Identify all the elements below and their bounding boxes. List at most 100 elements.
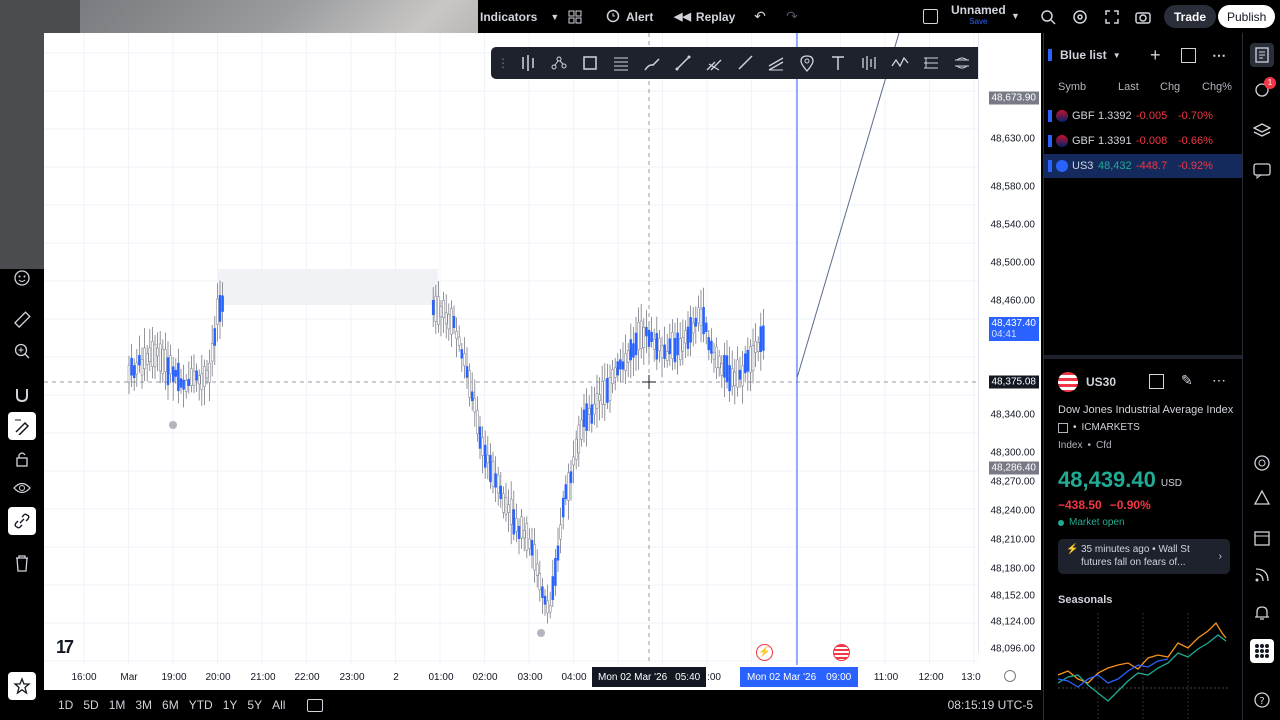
calendar-icon[interactable] — [1250, 526, 1274, 550]
time-label: 2 — [393, 672, 399, 683]
advanced-view-icon[interactable] — [1181, 47, 1196, 63]
range-6m[interactable]: 6M — [162, 698, 179, 712]
chevron-down-icon[interactable]: ▼ — [1011, 11, 1020, 21]
wave-icon[interactable] — [888, 51, 912, 75]
layout-square-icon[interactable] — [923, 9, 938, 24]
row-chg: -0.005 — [1136, 110, 1168, 122]
target-icon[interactable] — [1250, 451, 1274, 475]
watchlist-icon[interactable] — [1250, 43, 1274, 67]
emoji-icon[interactable] — [8, 264, 36, 292]
redo-icon[interactable]: ↷ — [784, 8, 800, 25]
ray-icon[interactable] — [733, 51, 757, 75]
zoom-search-icon[interactable] — [1040, 9, 1056, 25]
column-header-chgp[interactable]: Chg% — [1202, 81, 1232, 93]
range-ytd[interactable]: YTD — [189, 698, 213, 712]
news-card[interactable]: ⚡ 35 minutes ago • Wall St futures fall … — [1058, 539, 1230, 574]
chat-icon[interactable] — [1250, 159, 1274, 183]
candle-body — [208, 362, 211, 383]
details-symbol[interactable]: US30 — [1086, 375, 1116, 389]
ideas-icon[interactable] — [1250, 486, 1274, 510]
edit-pencil-icon[interactable]: ✎ — [1181, 372, 1193, 389]
candlestick-plot[interactable] — [44, 33, 978, 665]
replay-button[interactable]: ◀◀ Replay — [674, 10, 735, 24]
watchlist-row[interactable]: GBF 1.3391 -0.008 -0.66% — [1044, 129, 1243, 153]
lightning-event-icon[interactable]: ⚡ — [756, 644, 773, 661]
favorites-star-icon[interactable] — [8, 672, 36, 700]
rectangle-icon[interactable] — [578, 51, 602, 75]
link-icon[interactable] — [8, 507, 36, 535]
eye-icon[interactable] — [8, 474, 36, 502]
fib-retracement-icon[interactable] — [609, 51, 633, 75]
external-link-icon[interactable] — [1058, 422, 1068, 433]
column-header-symbol[interactable]: Symb — [1058, 81, 1086, 93]
grid-icon[interactable] — [1149, 374, 1164, 389]
magnet-icon[interactable] — [8, 381, 36, 409]
camera-icon[interactable] — [1135, 9, 1151, 25]
templates-grid-icon[interactable] — [567, 9, 583, 25]
us-flag-event-icon[interactable] — [833, 644, 850, 661]
range-5y[interactable]: 5Y — [247, 698, 262, 712]
lock-icon[interactable] — [8, 445, 36, 473]
range-3m[interactable]: 3M — [135, 698, 152, 712]
watchlist-row-selected[interactable]: US3 48,432 -448.7 -0.92% — [1044, 154, 1243, 178]
parallel-channel-icon[interactable] — [764, 51, 788, 75]
help-icon[interactable]: ? — [1250, 688, 1274, 712]
long-position-icon[interactable] — [516, 51, 540, 75]
drawing-mode-icon[interactable] — [8, 412, 36, 440]
date-range-calendar-icon[interactable] — [307, 698, 324, 712]
brush-icon[interactable] — [640, 51, 664, 75]
more-options-icon[interactable]: ⋯ — [1212, 372, 1226, 389]
layout-name-button[interactable]: Unnamed Save — [951, 4, 1006, 27]
range-1y[interactable]: 1Y — [223, 698, 238, 712]
panel-divider[interactable] — [1044, 355, 1243, 359]
price-scale[interactable]: 48,630.00 48,580.00 48,540.00 48,500.00 … — [978, 33, 1041, 655]
drag-handle-icon[interactable]: ⋮ — [497, 56, 509, 70]
ruler-icon[interactable] — [8, 306, 36, 334]
feed-icon[interactable] — [1250, 563, 1274, 587]
chart-area[interactable]: ⋮ 48,630.00 48,580.00 48,540.00 48,500.0… — [44, 33, 1041, 690]
range-5d[interactable]: 5D — [83, 698, 98, 712]
price-label: 48,124.00 — [990, 616, 1036, 628]
range-all[interactable]: All — [272, 698, 285, 712]
time-settings-icon[interactable] — [1004, 670, 1016, 682]
seasonals-title[interactable]: Seasonals — [1058, 594, 1112, 606]
trend-line-icon[interactable] — [671, 51, 695, 75]
settings-gear-icon[interactable] — [1072, 9, 1088, 25]
range-1d[interactable]: 1D — [58, 698, 73, 712]
fullscreen-icon[interactable] — [1104, 9, 1120, 25]
column-header-chg[interactable]: Chg — [1160, 81, 1180, 93]
candle-body — [639, 320, 643, 349]
time-scale[interactable]: 16:00 Mar 19:00 20:00 21:00 22:00 23:00 … — [44, 665, 1016, 690]
apps-grid-icon[interactable] — [1250, 639, 1274, 663]
gann-icon[interactable] — [919, 51, 943, 75]
publish-button[interactable]: Publish — [1218, 5, 1276, 28]
clock[interactable]: 08:15:19 UTC-5 — [948, 698, 1033, 712]
undo-icon[interactable]: ↶ — [752, 8, 768, 25]
location-pin-icon[interactable] — [795, 51, 819, 75]
bars-pattern-icon[interactable] — [857, 51, 881, 75]
zoom-in-icon[interactable] — [8, 337, 36, 365]
layers-icon[interactable] — [1250, 119, 1274, 143]
more-options-icon[interactable]: ⋯ — [1212, 47, 1226, 64]
pattern-icon[interactable] — [547, 51, 571, 75]
text-icon[interactable] — [826, 51, 850, 75]
notifications-bell-icon[interactable] — [1250, 601, 1274, 625]
tradingview-logo-icon[interactable]: 17 — [56, 637, 74, 658]
candle-body — [642, 326, 646, 349]
add-symbol-icon[interactable]: + — [1150, 45, 1161, 66]
column-header-last[interactable]: Last — [1118, 81, 1139, 93]
prediction-icon[interactable] — [950, 51, 974, 75]
alert-button[interactable]: Alert — [605, 7, 653, 26]
pitchfork-icon[interactable] — [702, 51, 726, 75]
candle-body — [437, 296, 440, 325]
chevron-down-icon[interactable]: ▼ — [1113, 51, 1121, 60]
watchlist-row[interactable]: GBF 1.3392 -0.005 -0.70% — [1044, 104, 1243, 128]
range-1m[interactable]: 1M — [109, 698, 126, 712]
candle-body — [184, 380, 188, 392]
watchlist-title[interactable]: Blue list — [1060, 48, 1107, 62]
indicators-button[interactable]: Indicators ▼ — [480, 10, 559, 24]
trash-icon[interactable] — [8, 549, 36, 577]
chevron-down-icon: ▼ — [550, 11, 560, 22]
session-range-box — [218, 269, 438, 305]
trade-button[interactable]: Trade — [1164, 5, 1217, 28]
